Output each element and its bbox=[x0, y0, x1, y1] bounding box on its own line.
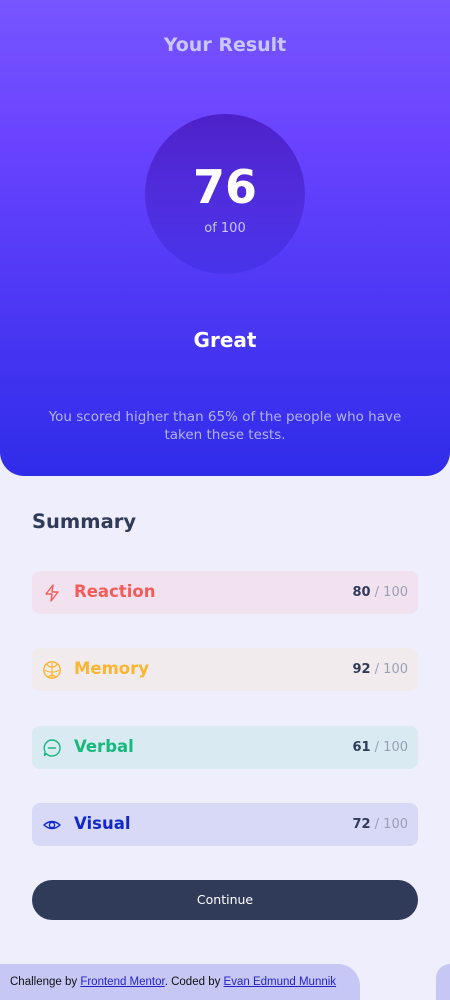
summary-item-score: 92 / 100 bbox=[352, 662, 408, 677]
summary-item-score: 72 / 100 bbox=[352, 817, 408, 832]
score-number: 61 bbox=[352, 740, 371, 755]
attribution-coded-by: . Coded by bbox=[164, 976, 224, 988]
rating-label: Great bbox=[193, 328, 257, 352]
frontend-mentor-link[interactable]: Frontend Mentor bbox=[80, 976, 164, 988]
brain-icon bbox=[42, 660, 62, 680]
result-blurb: You scored higher than 65% of the people… bbox=[48, 409, 402, 443]
score-total: / 100 bbox=[370, 662, 408, 677]
summary-item-score: 80 / 100 bbox=[352, 585, 408, 600]
summary-item-memory: Memory 92 / 100 bbox=[32, 648, 418, 691]
summary-item-reaction: Reaction 80 / 100 bbox=[32, 571, 418, 614]
summary-title: Summary bbox=[32, 510, 137, 533]
score-number: 72 bbox=[352, 817, 371, 832]
summary-item-label: Visual bbox=[74, 814, 131, 833]
score-total: / 100 bbox=[370, 740, 408, 755]
score-value: 76 bbox=[192, 160, 257, 214]
author-link[interactable]: Evan Edmund Munnik bbox=[224, 976, 337, 988]
attribution-prefix: Challenge by bbox=[10, 976, 81, 988]
continue-button[interactable]: Continue bbox=[32, 880, 418, 920]
eye-icon bbox=[42, 815, 62, 835]
summary-item-score: 61 / 100 bbox=[352, 740, 408, 755]
score-of-label: of 100 bbox=[204, 221, 246, 236]
summary-item-label: Verbal bbox=[74, 737, 134, 756]
result-panel: Your Result 76 of 100 Great You scored h… bbox=[0, 0, 450, 476]
chat-bubble-icon bbox=[42, 738, 62, 758]
summary-item-label: Reaction bbox=[74, 582, 156, 601]
attribution-bar: Challenge by Frontend Mentor. Coded by E… bbox=[0, 964, 360, 1000]
corner-decoration bbox=[436, 964, 450, 1000]
score-total: / 100 bbox=[370, 817, 408, 832]
lightning-icon bbox=[42, 583, 62, 603]
summary-item-label: Memory bbox=[74, 659, 150, 678]
score-number: 80 bbox=[352, 585, 371, 600]
score-total: / 100 bbox=[370, 585, 408, 600]
summary-item-visual: Visual 72 / 100 bbox=[32, 803, 418, 846]
score-circle: 76 of 100 bbox=[145, 114, 305, 274]
result-title: Your Result bbox=[163, 34, 287, 56]
score-number: 92 bbox=[352, 662, 371, 677]
summary-item-verbal: Verbal 61 / 100 bbox=[32, 726, 418, 769]
